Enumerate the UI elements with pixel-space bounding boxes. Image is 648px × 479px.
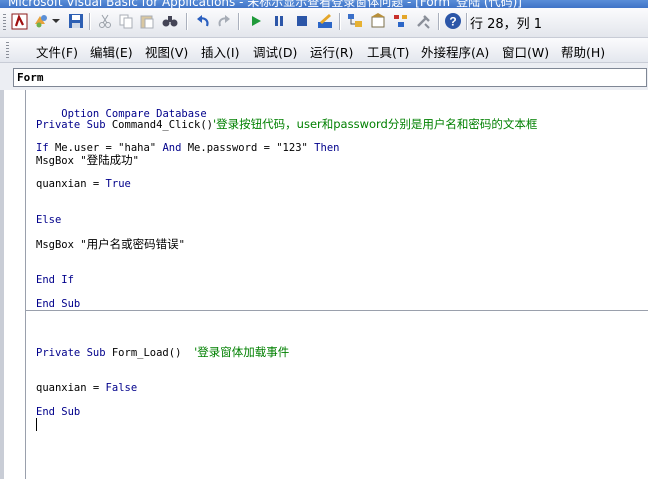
project-explorer-icon[interactable] — [346, 12, 364, 30]
code-line: MsgBox "用户名或密码错误" — [36, 237, 185, 251]
properties-icon[interactable] — [369, 12, 387, 30]
insert-dropdown-icon[interactable] — [51, 12, 61, 30]
code-left-edge — [0, 90, 4, 479]
cut-icon[interactable] — [96, 12, 114, 30]
code-comment: '登录按钮代码，user和password分别是用户名和密码的文本框 — [213, 117, 538, 131]
procedure-separator — [26, 310, 648, 311]
code-line: Else — [36, 214, 62, 226]
cursor-position: 行 28，列 1 — [470, 16, 543, 32]
code-line: End If — [36, 274, 74, 286]
copy-icon[interactable] — [117, 12, 135, 30]
svg-text:?: ? — [449, 15, 456, 29]
code-line: quanxian = True — [36, 178, 131, 190]
code-line: quanxian = False — [36, 382, 138, 394]
break-icon[interactable] — [270, 12, 288, 30]
insert-object-icon[interactable] — [32, 12, 50, 30]
object-combo[interactable]: Form — [13, 68, 647, 87]
design-mode-icon[interactable] — [316, 12, 334, 30]
code-margin-line — [25, 90, 26, 479]
menu-insert[interactable]: 插入(I) — [201, 42, 239, 61]
code-line: MsgBox "登陆成功" — [36, 153, 139, 167]
code-comment: '登录窗体加载事件 — [194, 345, 290, 359]
help-icon[interactable]: ? — [444, 12, 462, 30]
paste-icon[interactable] — [138, 12, 156, 30]
window-title: Microsoft Visual Basic for Applications … — [8, 0, 522, 8]
find-icon[interactable] — [161, 12, 179, 30]
menu-run[interactable]: 运行(R) — [310, 42, 353, 61]
save-icon[interactable] — [67, 12, 85, 30]
code-line: End Sub — [36, 298, 81, 310]
code-line: End Sub — [36, 406, 81, 418]
redo-icon[interactable] — [215, 12, 233, 30]
object-bar: Form — [0, 63, 648, 90]
reset-icon[interactable] — [293, 12, 311, 30]
run-icon[interactable] — [247, 12, 265, 30]
menu-bar: 文件(F) 编辑(E) 视图(V) 插入(I) 调试(D) 运行(R) 工具(T… — [0, 38, 648, 63]
menu-file[interactable]: 文件(F) — [36, 42, 78, 61]
menu-addins[interactable]: 外接程序(A) — [421, 42, 489, 61]
standard-toolbar: ? 行 28，列 1 — [0, 8, 648, 38]
menu-debug[interactable]: 调试(D) — [253, 42, 297, 61]
menu-window[interactable]: 窗口(W) — [502, 42, 549, 61]
toolbox-icon[interactable] — [415, 12, 433, 30]
object-browser-icon[interactable] — [392, 12, 410, 30]
code-window[interactable]: Option Compare Database Private Sub Comm… — [0, 90, 648, 479]
object-combo-value: Form — [17, 71, 44, 84]
menu-tools[interactable]: 工具(T) — [367, 42, 409, 61]
code-line: Private Sub Form_Load() '登录窗体加载事件 — [36, 345, 290, 359]
undo-icon[interactable] — [194, 12, 212, 30]
menubar-grip[interactable] — [6, 42, 9, 58]
menu-help[interactable]: 帮助(H) — [561, 42, 605, 61]
view-access-icon[interactable] — [10, 12, 28, 30]
toolbar-grip[interactable] — [3, 14, 6, 31]
menu-view[interactable]: 视图(V) — [145, 42, 188, 61]
text-caret — [36, 418, 37, 431]
title-bar: Microsoft Visual Basic for Applications … — [0, 0, 648, 8]
code-line: Private Sub Command4_Click()'登录按钮代码，user… — [36, 117, 538, 131]
menu-edit[interactable]: 编辑(E) — [90, 42, 133, 61]
